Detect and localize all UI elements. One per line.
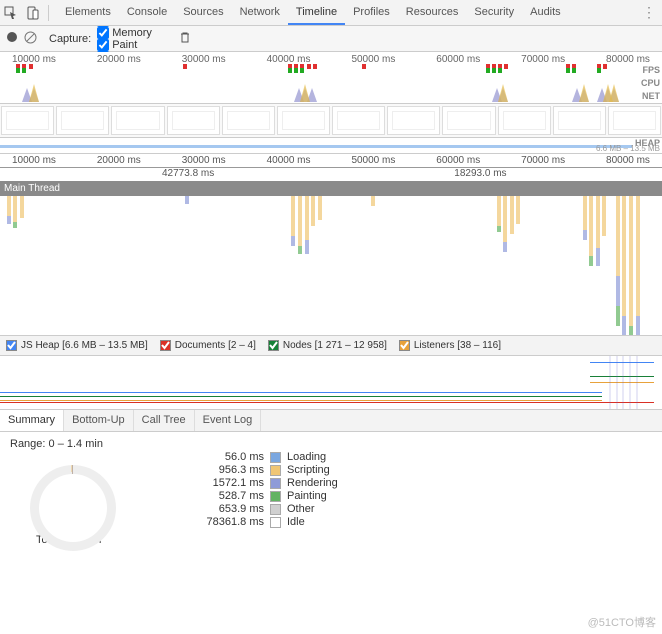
summary-panel: Range: 0 – 1.4 min 56.0 msLoading956.3 m…	[0, 432, 662, 571]
memory-legend: JS Heap [6.6 MB – 13.5 MB] Documents [2 –…	[0, 336, 662, 356]
clear-button[interactable]	[24, 31, 37, 47]
viewtab-call-tree[interactable]: Call Tree	[134, 410, 195, 431]
mem-legend-listeners[interactable]: Listeners [38 – 116]	[399, 340, 501, 351]
capture-memory[interactable]: Memory	[97, 27, 173, 39]
mem-legend-js-heap[interactable]: JS Heap [6.6 MB – 13.5 MB]	[6, 340, 148, 351]
overflow-menu-icon[interactable]: ⋮	[642, 4, 656, 21]
tab-profiles[interactable]: Profiles	[345, 1, 398, 25]
heap-strip[interactable]: HEAP 6.6 MB – 13.5 MB	[0, 138, 662, 154]
mem-legend-documents[interactable]: Documents [2 – 4]	[160, 340, 256, 351]
filmstrip-frame[interactable]	[1, 106, 54, 135]
filmstrip-frame[interactable]	[387, 106, 440, 135]
trash-icon[interactable]	[179, 31, 191, 46]
filmstrip-frame[interactable]	[222, 106, 275, 135]
summary-item-rendering: 1572.1 msRendering	[130, 477, 652, 489]
tab-network[interactable]: Network	[232, 1, 288, 25]
filmstrip-frame[interactable]	[277, 106, 330, 135]
mem-legend-nodes[interactable]: Nodes [1 271 – 12 958]	[268, 340, 387, 351]
memory-chart[interactable]	[0, 356, 662, 410]
summary-item-other: 653.9 msOther	[130, 503, 652, 515]
viewtab-bottom-up[interactable]: Bottom-Up	[64, 410, 134, 431]
filmstrip-frame[interactable]	[498, 106, 551, 135]
record-button[interactable]	[6, 31, 18, 46]
tab-audits[interactable]: Audits	[522, 1, 569, 25]
device-icon[interactable]	[22, 2, 44, 24]
main-thread-label: Main Thread	[0, 181, 662, 196]
panel-tabs: ElementsConsoleSourcesNetworkTimelinePro…	[57, 1, 569, 25]
filmstrip-frame[interactable]	[111, 106, 164, 135]
tab-console[interactable]: Console	[119, 1, 175, 25]
tab-elements[interactable]: Elements	[57, 1, 119, 25]
summary-donut	[30, 465, 116, 551]
tab-resources[interactable]: Resources	[398, 1, 467, 25]
filmstrip-frame[interactable]	[553, 106, 606, 135]
tab-security[interactable]: Security	[466, 1, 522, 25]
screenshot-filmstrip[interactable]	[0, 104, 662, 138]
filmstrip-frame[interactable]	[608, 106, 661, 135]
summary-item-idle: 78361.8 msIdle	[130, 516, 652, 528]
filmstrip-frame[interactable]	[332, 106, 385, 135]
filmstrip-frame[interactable]	[167, 106, 220, 135]
summary-item-loading: 56.0 msLoading	[130, 451, 652, 463]
filmstrip-frame[interactable]	[442, 106, 495, 135]
overview-graph	[10, 64, 628, 102]
overview-row-labels: FPSCPUNET	[641, 64, 660, 103]
filmstrip-frame[interactable]	[56, 106, 109, 135]
overview-panel[interactable]: 10000 ms20000 ms30000 ms40000 ms50000 ms…	[0, 52, 662, 104]
summary-item-scripting: 956.3 msScripting	[130, 464, 652, 476]
viewtab-summary[interactable]: Summary	[0, 410, 64, 431]
watermark: @51CTO博客	[588, 614, 656, 630]
summary-total: Total: 1.4 min	[36, 534, 652, 546]
axis-annotations: 42773.8 ms18293.0 ms	[0, 168, 662, 181]
tab-timeline[interactable]: Timeline	[288, 1, 345, 25]
summary-item-painting: 528.7 msPainting	[130, 490, 652, 502]
capture-paint[interactable]: Paint	[97, 39, 173, 51]
tab-sources[interactable]: Sources	[175, 1, 231, 25]
main-toolbar: ElementsConsoleSourcesNetworkTimelinePro…	[0, 0, 662, 26]
viewtab-event-log[interactable]: Event Log	[195, 410, 262, 431]
flame-axis: 10000 ms20000 ms30000 ms40000 ms50000 ms…	[0, 154, 662, 168]
capture-label: Capture:	[49, 33, 91, 45]
inspect-icon[interactable]	[0, 2, 22, 24]
view-tabs: SummaryBottom-UpCall TreeEvent Log	[0, 410, 662, 432]
summary-range: Range: 0 – 1.4 min	[10, 438, 652, 450]
flame-chart[interactable]	[0, 196, 662, 336]
heap-range: 6.6 MB – 13.5 MB	[596, 144, 660, 153]
capture-bar: Capture: JS Profile Memory Paint Screens…	[0, 26, 662, 52]
